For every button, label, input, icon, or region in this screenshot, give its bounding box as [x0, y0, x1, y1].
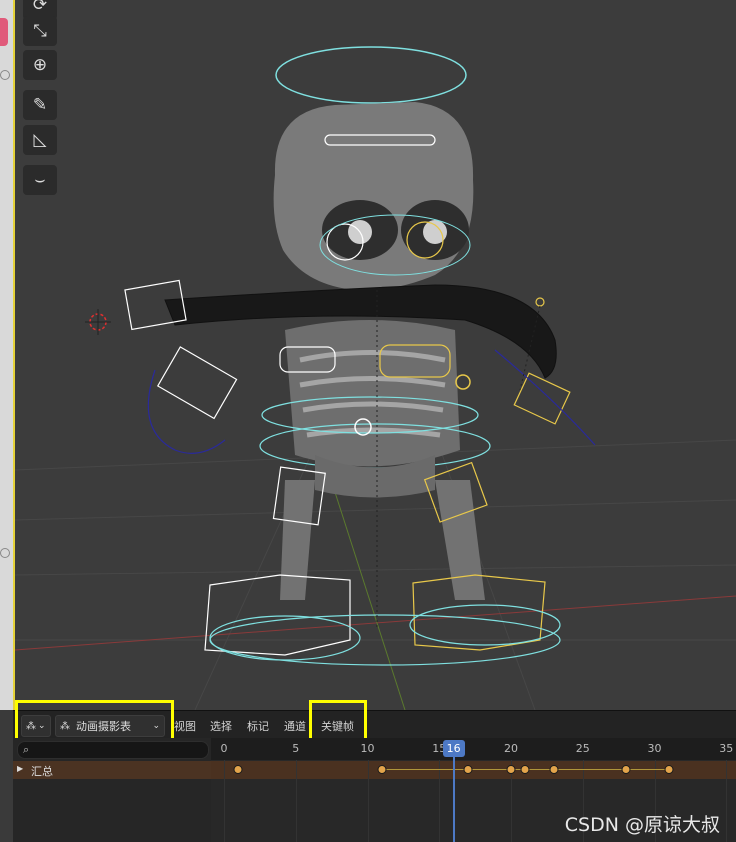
measure-tool[interactable]: ◺ [23, 125, 57, 155]
highlight-box-mode [15, 700, 174, 742]
playhead-line[interactable] [452, 757, 455, 842]
channel-summary-row[interactable]: ▶ 汇总 [13, 761, 211, 779]
panel-dot [0, 548, 10, 558]
ribcage [259, 320, 491, 469]
viewport-scene [15, 46, 736, 710]
annotate-tool[interactable]: ✎ [23, 90, 57, 120]
3d-viewport[interactable]: ⟳ ⤡ ⊕ ✎ ◺ ⌣ [15, 0, 736, 710]
channel-label: 汇总 [31, 765, 53, 778]
curve-tool[interactable]: ⌣ [23, 165, 57, 195]
frame-tick-label: 25 [575, 742, 590, 755]
frame-grid-line [726, 760, 728, 842]
menu-channel[interactable]: 通道 [284, 718, 306, 734]
menu-marker[interactable]: 标记 [247, 718, 269, 734]
frame-grid-line [367, 760, 369, 842]
rotate-icon: ⟳ [32, 0, 48, 15]
panel-dot [0, 70, 10, 80]
frame-tick-label: 0 [220, 742, 228, 755]
halo-control [275, 46, 467, 104]
skull [273, 102, 474, 291]
summary-keyframe-band [211, 761, 736, 779]
search-icon: ⌕ [23, 743, 30, 756]
frame-tick-label: 5 [292, 742, 300, 755]
frame-tick-label: 10 [360, 742, 375, 755]
current-frame-badge[interactable]: 16 [442, 740, 465, 757]
frame-grid-line [295, 760, 297, 842]
annotate-icon: ✎ [32, 95, 48, 115]
frame-tick-label: 30 [647, 742, 662, 755]
side-panel-strip [0, 0, 13, 710]
foot-controls [204, 574, 561, 666]
channel-search-input[interactable]: ⌕ [17, 741, 209, 759]
frame-tick-label: 20 [504, 742, 518, 755]
keyframe-marker[interactable] [520, 765, 530, 774]
legs [272, 455, 488, 600]
transform-tool[interactable]: ⊕ [23, 50, 57, 80]
keyframe-marker[interactable] [233, 765, 243, 774]
curve-icon: ⌣ [34, 170, 46, 190]
keyframe-marker[interactable] [506, 765, 516, 774]
keyframe-marker[interactable] [664, 765, 674, 774]
transform-icon: ⊕ [32, 55, 48, 75]
frame-grid-line [439, 760, 441, 842]
active-indicator [0, 18, 8, 46]
measure-icon: ◺ [33, 130, 47, 150]
expand-arrow-icon[interactable]: ▶ [17, 764, 23, 773]
menu-select[interactable]: 选择 [210, 718, 232, 734]
frame-tick-label: 35 [719, 742, 734, 755]
keyframe-marker[interactable] [377, 765, 387, 774]
keyframe-marker[interactable] [463, 765, 473, 774]
keyframe-marker[interactable] [549, 765, 559, 774]
menu-view[interactable]: 视图 [174, 718, 196, 734]
x-axis-line [15, 595, 736, 651]
scale-icon: ⤡ [33, 21, 47, 41]
frame-grid-line [224, 760, 225, 842]
watermark: CSDN @原谅大叔 [564, 814, 720, 836]
keyframe-marker[interactable] [621, 765, 631, 774]
scale-tool[interactable]: ⤡ [23, 16, 57, 46]
